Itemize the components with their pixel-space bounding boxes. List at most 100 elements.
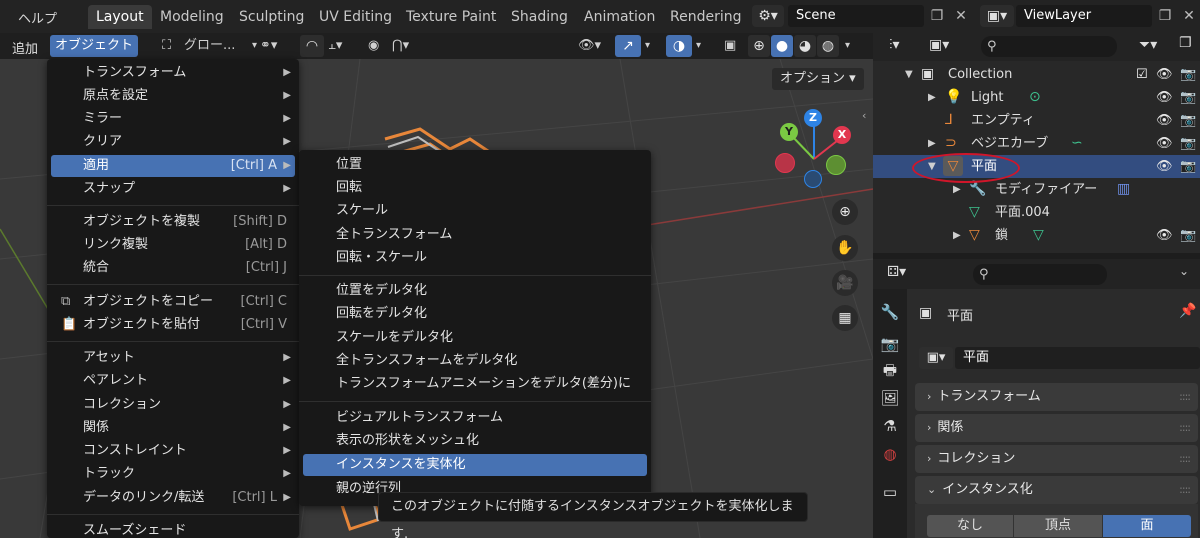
collection-tab-icon[interactable]: ▭ [879, 481, 901, 503]
instancing-none-button[interactable]: なし [927, 515, 1013, 537]
menu-item-clear[interactable]: クリア ▶ [51, 131, 295, 153]
menu-item-set-origin[interactable]: 原点を設定 ▶ [51, 85, 295, 107]
outliner-row-mesh-data[interactable]: ▽ 平面.004 [873, 201, 1200, 224]
drag-grip-icon[interactable]: :::: [1179, 445, 1191, 473]
new-collection-icon[interactable]: ❐ [1179, 35, 1192, 51]
menu-item-transform[interactable]: トランスフォーム ▶ [51, 62, 295, 84]
outliner-row-light[interactable]: ▶ 💡 Light ⊙ 👁 📷 [873, 86, 1200, 109]
menu-item-snap[interactable]: スナップ ▶ [51, 178, 295, 200]
apply-scale[interactable]: スケール [303, 200, 647, 222]
new-scene-icon[interactable]: ❐ [926, 5, 948, 27]
overlays-dropdown-icon[interactable]: ▾ [696, 36, 701, 56]
menu-item-asset[interactable]: アセット ▶ [51, 347, 295, 369]
tool-tab-icon[interactable]: 🔧 [879, 301, 901, 323]
visibility-eye-icon[interactable]: 👁 [1156, 109, 1173, 132]
menu-item-track[interactable]: トラック ▶ [51, 463, 295, 485]
outliner-row-modifiers[interactable]: ▶ 🔧 モディファイアー ▥ [873, 178, 1200, 201]
render-tab-icon[interactable]: 📷 [879, 333, 901, 355]
filter-icon[interactable]: ⏷▾ [1139, 37, 1157, 53]
expand-triangle-icon[interactable]: ▶ [928, 132, 936, 155]
expand-triangle-icon[interactable]: ▼ [905, 63, 913, 86]
shading-wireframe-icon[interactable]: ⊕ [748, 35, 770, 57]
menu-item-join[interactable]: 統合 [Ctrl] J [51, 257, 295, 279]
menu-item-relations[interactable]: 関係 ▶ [51, 417, 295, 439]
visibility-eye-icon[interactable]: 👁 [1156, 224, 1173, 247]
apply-all-transforms-to-deltas[interactable]: 全トランスフォームをデルタ化 [303, 350, 647, 372]
gizmo-z-axis[interactable]: Z [804, 109, 822, 127]
perspective-grid-icon[interactable]: ▦ [832, 305, 858, 331]
properties-search-input[interactable]: ⚲ [973, 264, 1107, 285]
scene-name-field[interactable]: Scene [788, 5, 924, 27]
view-layer-tab-icon[interactable]: 🖼 [879, 387, 901, 409]
pan-hand-icon[interactable]: ✋ [832, 235, 858, 261]
object-browse-icon[interactable]: ▣▾ [919, 347, 953, 369]
snap-target-icon[interactable]: ⫠▾ [328, 36, 342, 56]
render-camera-icon[interactable]: 📷 [1180, 63, 1196, 86]
gizmo-toggle-icon[interactable]: ↗ [615, 35, 641, 57]
pin-icon[interactable]: 📌 [1179, 303, 1196, 319]
visibility-eye-icon[interactable]: 👁 [1156, 63, 1173, 86]
editor-type-icon[interactable]: ⚃▾ [887, 264, 906, 280]
add-menu[interactable]: 追加 [12, 38, 38, 57]
render-camera-icon[interactable]: 📷 [1180, 132, 1196, 155]
drag-grip-icon[interactable]: :::: [1179, 476, 1191, 504]
viewlayer-name-field[interactable]: ViewLayer [1016, 5, 1152, 27]
sidebar-toggle-icon[interactable]: ‹ [862, 109, 866, 122]
gizmo-dropdown-icon[interactable]: ▾ [645, 36, 650, 56]
gizmo-x-axis[interactable]: X [833, 126, 851, 144]
gizmo-neg-y-axis[interactable] [826, 155, 846, 175]
visibility-icon[interactable]: 👁▾ [578, 36, 601, 56]
tab-layout[interactable]: Layout [88, 5, 152, 29]
menu-item-collection[interactable]: コレクション ▶ [51, 394, 295, 416]
render-camera-icon[interactable]: 📷 [1180, 155, 1196, 178]
display-mode-icon[interactable]: ▣▾ [929, 37, 949, 53]
tab-modeling[interactable]: Modeling [152, 5, 232, 29]
outliner-search-input[interactable]: ⚲ [981, 36, 1117, 57]
apply-rotation-to-deltas[interactable]: 回転をデルタ化 [303, 303, 647, 325]
menu-item-shade-smooth[interactable]: スムーズシェード [51, 520, 295, 538]
apply-scale-to-deltas[interactable]: スケールをデルタ化 [303, 327, 647, 349]
apply-visual-geometry-to-mesh[interactable]: 表示の形状をメッシュ化 [303, 430, 647, 452]
options-chevron-icon[interactable]: ⌄ [1179, 264, 1189, 278]
xray-toggle-icon[interactable]: ▣ [724, 36, 736, 56]
render-camera-icon[interactable]: 📷 [1180, 86, 1196, 109]
checkbox-icon[interactable]: ☑ [1136, 63, 1148, 86]
object-menu[interactable]: オブジェクト [50, 35, 138, 57]
menu-item-duplicate[interactable]: オブジェクトを複製 [Shift] D [51, 211, 295, 233]
gizmo-y-axis[interactable]: Y [780, 123, 798, 141]
apply-rotation[interactable]: 回転 [303, 177, 647, 199]
visibility-eye-icon[interactable]: 👁 [1156, 86, 1173, 109]
drag-grip-icon[interactable]: :::: [1179, 383, 1191, 411]
viewport-options-dropdown[interactable]: オプション ▾ [772, 68, 864, 90]
transform-orientation-icon[interactable]: ⛶ [162, 36, 171, 56]
tab-texture-paint[interactable]: Texture Paint [398, 5, 504, 29]
proportional-edit-icon[interactable]: ◉ [368, 36, 379, 56]
shading-material-icon[interactable]: ◕ [794, 35, 816, 57]
outliner-row-chain[interactable]: ▶ ▽ 鎖 ▽ 👁 📷 [873, 224, 1200, 247]
apply-all-transforms[interactable]: 全トランスフォーム [303, 224, 647, 246]
delete-scene-icon[interactable]: ✕ [950, 5, 972, 27]
output-tab-icon[interactable]: 🖶 [879, 359, 901, 381]
viewlayer-browse-icon[interactable]: ▣▾ [980, 5, 1014, 27]
shading-solid-icon[interactable]: ● [771, 35, 793, 57]
zoom-icon[interactable]: ⊕ [832, 199, 858, 225]
outliner-row-collection[interactable]: ▼ ▣ Collection ☑ 👁 📷 [873, 63, 1200, 86]
menu-item-link-duplicate[interactable]: リンク複製 [Alt] D [51, 234, 295, 256]
delete-viewlayer-icon[interactable]: ✕ [1178, 5, 1200, 27]
panel-instancing[interactable]: ⌄ インスタンス化:::: [915, 476, 1198, 504]
menu-item-parent[interactable]: ペアレント ▶ [51, 370, 295, 392]
panel-collections[interactable]: › コレクション:::: [915, 445, 1198, 473]
panel-relations[interactable]: › 関係:::: [915, 414, 1198, 442]
tab-shading[interactable]: Shading [503, 5, 576, 29]
shading-dropdown-icon[interactable]: ▾ [845, 36, 850, 56]
object-name-field[interactable]: 平面 [955, 347, 1200, 369]
shading-rendered-icon[interactable]: ◍ [817, 35, 839, 57]
apply-make-instances-real[interactable]: インスタンスを実体化 [303, 454, 647, 476]
tab-uv-editing[interactable]: UV Editing [311, 5, 400, 29]
overlays-toggle-icon[interactable]: ◑ [666, 35, 692, 57]
pivot-point-icon[interactable]: ⚭▾ [260, 36, 277, 56]
falloff-icon[interactable]: ⋂▾ [392, 36, 409, 56]
scene-tab-icon[interactable]: ⚗ [879, 415, 901, 437]
menu-item-mirror[interactable]: ミラー ▶ [51, 108, 295, 130]
help-menu[interactable]: ヘルプ [18, 8, 57, 27]
